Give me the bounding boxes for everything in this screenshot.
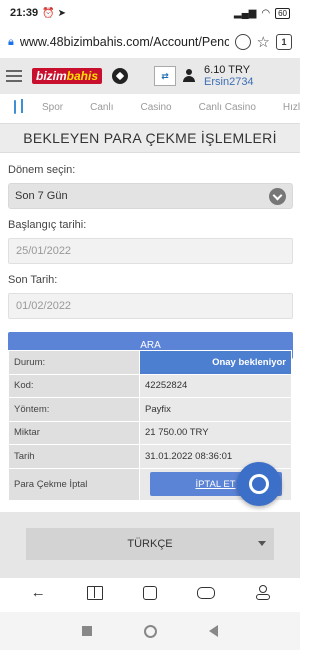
period-select[interactable]: Son 7 Gün [8, 183, 293, 209]
filter-form: Dönem seçin: Son 7 Gün Başlangıç tarihi:… [8, 158, 293, 359]
site-header: bizimbahis ⇄ 6.10 TRY Ersin2734 [0, 58, 300, 94]
language-value: TÜRKÇE [127, 538, 173, 550]
signal-icon: ▂▄▆ [233, 7, 257, 19]
notification-icons: ⏰ ➤ [42, 8, 66, 19]
status-badge: Onay bekleniyor [139, 350, 292, 375]
logo-text-1: bizim [36, 69, 67, 83]
amount-value: 21 750.00 TRY [139, 420, 292, 445]
period-value: Son 7 Gün [15, 190, 68, 202]
table-row: Miktar 21 750.00 TRY [8, 420, 292, 445]
caret-down-icon [258, 541, 266, 546]
account-info[interactable]: 6.10 TRY Ersin2734 [204, 64, 254, 88]
code-value: 42252824 [139, 373, 292, 398]
system-nav-bar [0, 612, 300, 650]
period-label: Dönem seçin: [8, 164, 76, 176]
wifi-icon: ◠ [261, 7, 271, 19]
table-row: Durum: Onay bekleniyor [8, 350, 292, 375]
bookmarks-icon[interactable] [86, 586, 103, 600]
nav-item-spor[interactable]: Spor [42, 102, 63, 113]
logo-text-2: bahis [66, 69, 99, 83]
balance: 6.10 TRY [204, 64, 251, 76]
language-select[interactable]: TÜRKÇE [26, 528, 274, 560]
start-date-label: Başlangıç tarihi: [8, 219, 87, 231]
live-chat-button[interactable] [237, 462, 281, 506]
games-icon[interactable] [197, 587, 216, 599]
chat-bubble-icon [249, 474, 269, 494]
menu-icon[interactable] [6, 70, 22, 82]
reload-icon[interactable] [234, 34, 251, 50]
date-key: Tarih [8, 444, 140, 469]
telegram-icon: ➤ [57, 7, 66, 19]
chevron-down-icon [269, 188, 286, 205]
alarm-off-icon: ⏰ [42, 7, 55, 19]
status-key: Durum: [8, 350, 140, 375]
end-date-label: Son Tarih: [8, 274, 58, 286]
url-text[interactable]: www.48bizimbahis.com/Account/Penc [20, 35, 229, 49]
clock: 21:39 [10, 7, 39, 19]
table-row: Kod: 42252824 [8, 373, 292, 398]
back-triangle-icon[interactable] [209, 625, 218, 637]
back-arrow-icon[interactable]: ← [30, 585, 46, 601]
table-row: Yöntem: Payfix [8, 397, 292, 422]
tab-count-button[interactable]: 1 [276, 34, 292, 50]
page-title: BEKLEYEN PARA ÇEKME İŞLEMLERİ [0, 123, 300, 153]
profile-icon[interactable] [255, 585, 270, 601]
main-nav: Spor Canlı Casino Canlı Casino Hızlı K [0, 94, 300, 120]
star-icon[interactable]: ☆ [257, 33, 270, 51]
system-icons: ▂▄▆ ◠ 60 [233, 7, 290, 19]
soccer-ball-icon[interactable] [112, 68, 129, 84]
end-date-input[interactable]: 01/02/2022 [8, 293, 293, 319]
code-key: Kod: [8, 373, 140, 398]
nav-item-hizli[interactable]: Hızlı K [283, 102, 300, 113]
battery-icon: 60 [275, 7, 290, 19]
username: Ersin2734 [204, 76, 254, 88]
nav-item-canli[interactable]: Canlı [90, 102, 113, 113]
promo-icon[interactable]: ⇄ [154, 66, 177, 86]
browser-toolbar: ← [0, 578, 300, 608]
browser-url-bar: 🔒︎ www.48bizimbahis.com/Account/Penc ☆ 1 [0, 26, 300, 58]
home-icon[interactable] [142, 586, 157, 600]
recents-icon[interactable] [82, 626, 92, 636]
nav-item-casino[interactable]: Casino [140, 102, 171, 113]
site-logo[interactable]: bizimbahis [32, 68, 103, 84]
user-icon[interactable] [182, 69, 196, 83]
amount-key: Miktar [8, 420, 140, 445]
cancel-key: Para Çekme İptal [8, 467, 140, 501]
nav-item-canli-casino[interactable]: Canlı Casino [199, 102, 256, 113]
gift-icon[interactable] [14, 99, 23, 114]
method-value: Payfix [139, 397, 292, 422]
method-key: Yöntem: [8, 397, 140, 422]
start-date-input[interactable]: 25/01/2022 [8, 238, 293, 264]
home-circle-icon[interactable] [144, 624, 157, 638]
lock-icon: 🔒︎ [8, 35, 14, 48]
status-bar: 21:39 ⏰ ➤ ▂▄▆ ◠ 60 [0, 0, 300, 26]
